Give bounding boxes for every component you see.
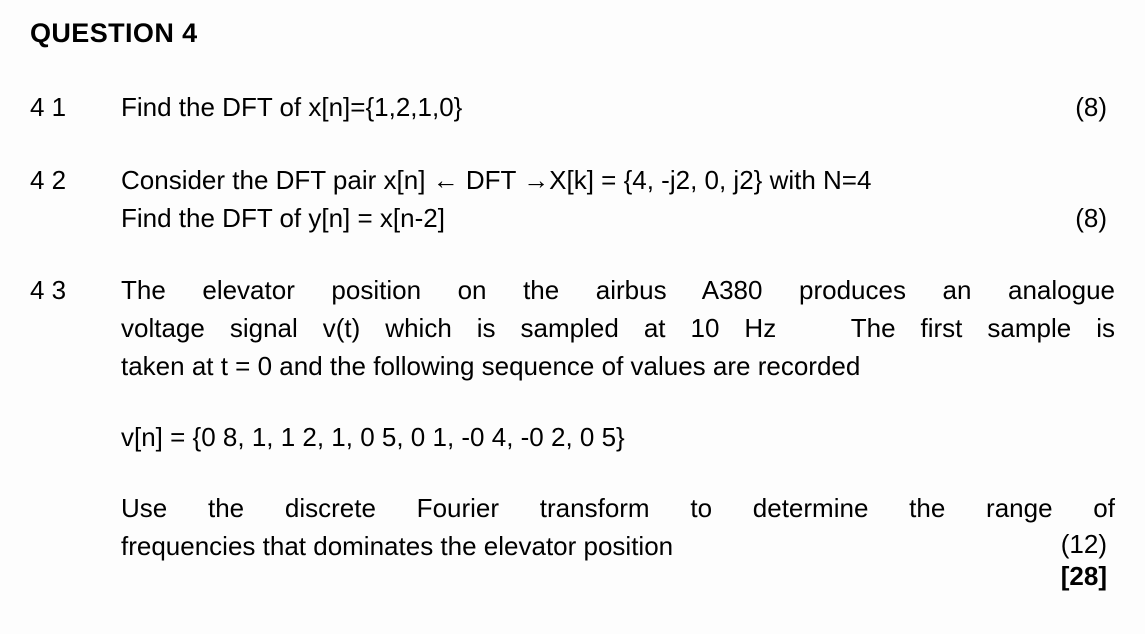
sample-sequence-values: v[n] = {0 8, 1, 1 2, 1, 0 5, 0 1, -0 4, …	[121, 422, 625, 452]
question-number-4-2: 4 2	[30, 165, 67, 195]
question-text-line: taken at t = 0 and the following sequenc…	[121, 351, 861, 381]
question-body-4-1: Find the DFT of x[n]={1,2,1,0}	[121, 88, 1115, 126]
question-item-4-3: 4 3 The elevator position on the airbus …	[30, 271, 1115, 565]
question-paragraph-task: Use the discrete Fourier transform to de…	[121, 489, 1115, 565]
page-sheet: QUESTION 4 4 1 Find the DFT of x[n]={1,2…	[0, 0, 1145, 634]
question-text-line: voltage signal v(t) which is sampled at …	[121, 313, 1115, 343]
question-paragraph-description: The elevator position on the airbus A380…	[121, 271, 1115, 385]
question-text-line: Find the DFT of x[n]={1,2,1,0}	[121, 92, 463, 122]
question-text-line: The elevator position on the airbus A380…	[121, 275, 1115, 305]
question-item-4-1: 4 1 Find the DFT of x[n]={1,2,1,0}	[30, 88, 1115, 126]
question-number-4-3: 4 3	[30, 275, 67, 305]
question-text-line: Use the discrete Fourier transform to de…	[121, 493, 1115, 523]
marks-allocation-4-2: (8)	[1075, 203, 1107, 233]
exam-question-page: QUESTION 4 4 1 Find the DFT of x[n]={1,2…	[0, 0, 1145, 634]
question-text-line: Find the DFT of y[n] = x[n-2]	[121, 203, 445, 233]
question-body-4-2: Consider the DFT pair x[n] ← DFT →X[k] =…	[121, 161, 1115, 237]
question-body-4-3: The elevator position on the airbus A380…	[121, 271, 1115, 565]
question-text-line: frequencies that dominates the elevator …	[121, 531, 674, 561]
marks-allocation-4-1: (8)	[1075, 92, 1107, 122]
question-number-4-1: 4 1	[30, 92, 67, 122]
total-marks-badge: [28]	[1060, 561, 1107, 591]
page-title: QUESTION 4	[30, 18, 198, 48]
question-item-4-2: 4 2 Consider the DFT pair x[n] ← DFT →X[…	[30, 161, 1115, 237]
question-text-line: Consider the DFT pair x[n] ← DFT →X[k] =…	[121, 165, 872, 195]
